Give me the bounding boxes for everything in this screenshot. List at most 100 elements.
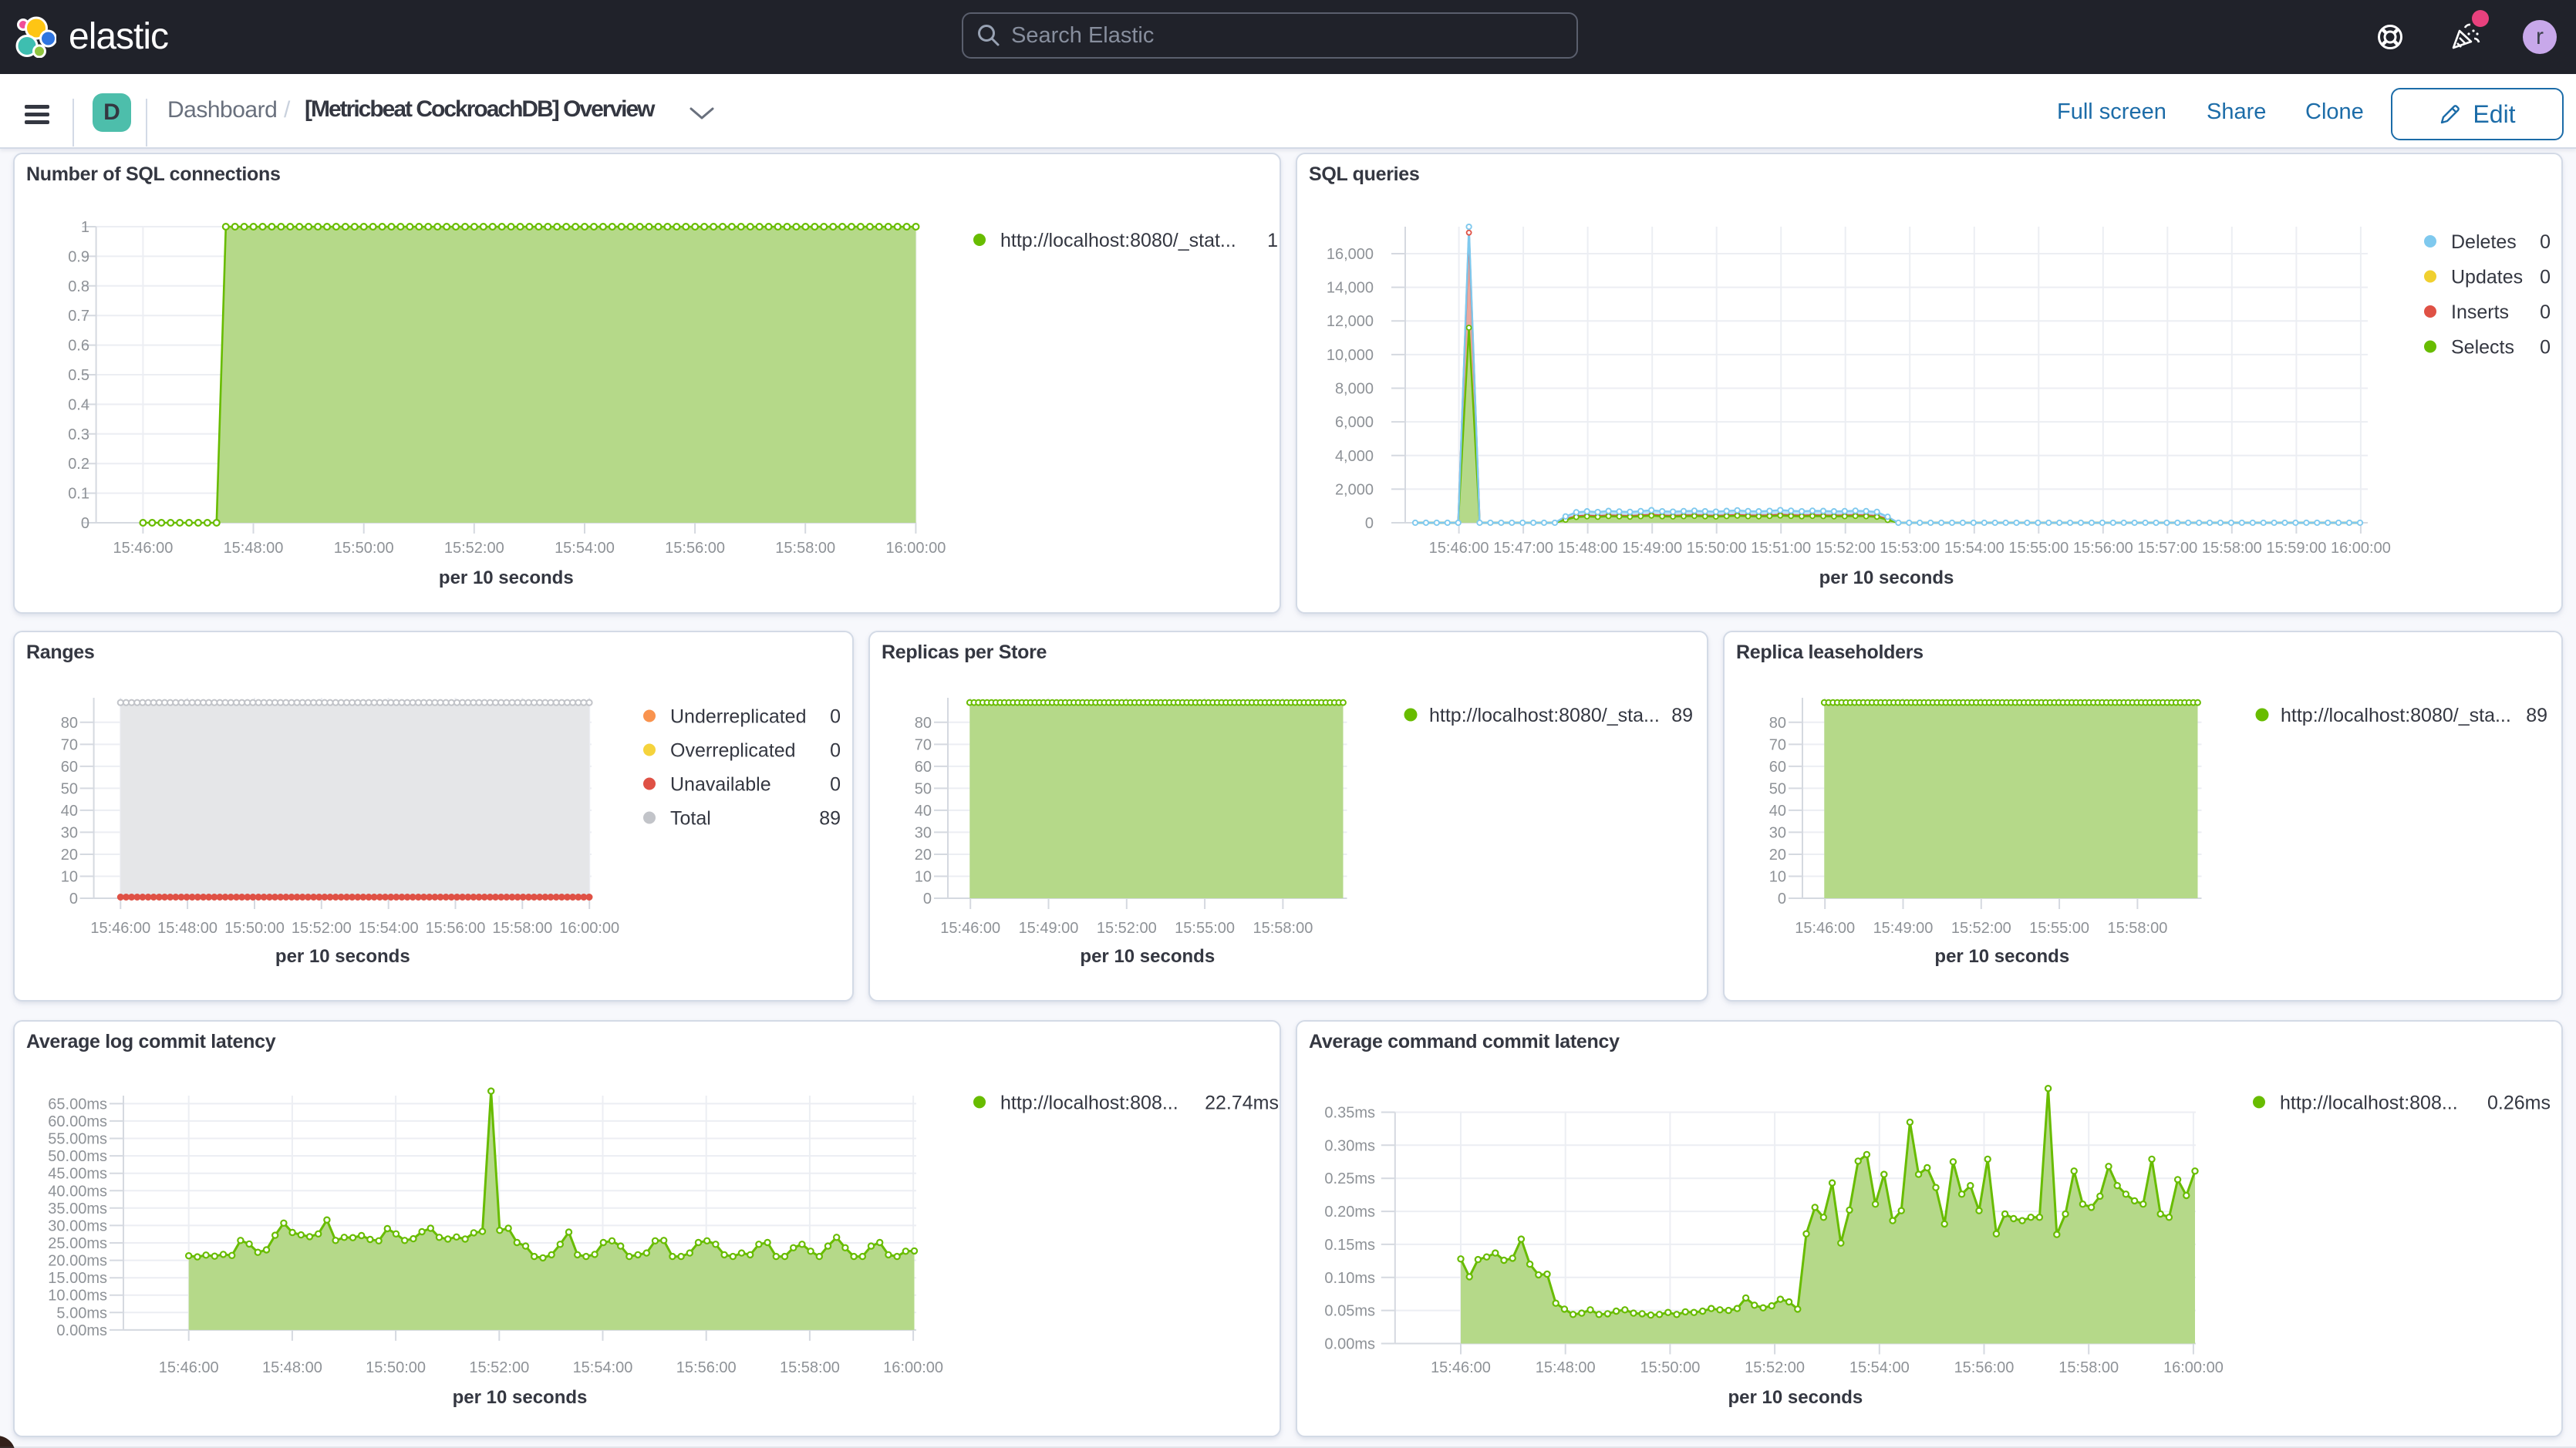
svg-text:0.00ms: 0.00ms	[56, 1322, 107, 1339]
svg-text:45.00ms: 45.00ms	[48, 1166, 107, 1183]
svg-text:Underreplicated: Underreplicated	[670, 706, 807, 728]
svg-text:15:52:00: 15:52:00	[1951, 920, 2011, 937]
svg-text:Unavailable: Unavailable	[670, 774, 771, 796]
svg-text:15:46:00: 15:46:00	[90, 920, 150, 937]
svg-text:60.00ms: 60.00ms	[48, 1113, 107, 1130]
svg-text:40: 40	[1769, 803, 1786, 820]
svg-text:10,000: 10,000	[1327, 347, 1374, 364]
svg-text:15:55:00: 15:55:00	[2029, 920, 2089, 937]
svg-text:22.74ms: 22.74ms	[1205, 1092, 1279, 1113]
svg-text:1: 1	[1267, 230, 1278, 251]
svg-text:89: 89	[1671, 705, 1693, 726]
svg-text:15:55:00: 15:55:00	[1175, 920, 1235, 937]
svg-text:65.00ms: 65.00ms	[48, 1096, 107, 1113]
svg-text:15:50:00: 15:50:00	[366, 1359, 426, 1376]
svg-text:per 10 seconds: per 10 seconds	[275, 946, 410, 967]
svg-text:15:49:00: 15:49:00	[1873, 920, 1934, 937]
svg-text:15:58:00: 15:58:00	[2107, 920, 2167, 937]
svg-text:10: 10	[914, 869, 931, 886]
svg-text:70: 70	[914, 736, 931, 753]
svg-text:16:00:00: 16:00:00	[559, 920, 619, 937]
svg-text:per 10 seconds: per 10 seconds	[1728, 1387, 1863, 1408]
svg-text:0: 0	[81, 515, 89, 532]
svg-text:Total: Total	[670, 808, 711, 830]
svg-text:15:56:00: 15:56:00	[426, 920, 486, 937]
svg-text:0.5: 0.5	[68, 367, 89, 384]
svg-text:Number of SQL connections: Number of SQL connections	[26, 163, 281, 185]
svg-text:15:50:00: 15:50:00	[1640, 1359, 1700, 1376]
svg-text:50: 50	[914, 780, 931, 797]
svg-text:8,000: 8,000	[1335, 381, 1374, 398]
svg-text:15:52:00: 15:52:00	[292, 920, 352, 937]
svg-text:15:51:00: 15:51:00	[1751, 540, 1811, 557]
svg-text:15:49:00: 15:49:00	[1622, 540, 1682, 557]
svg-text:6,000: 6,000	[1335, 414, 1374, 431]
svg-text:0.4: 0.4	[68, 396, 89, 413]
svg-text:15:48:00: 15:48:00	[224, 540, 284, 557]
svg-text:0.2: 0.2	[68, 456, 89, 473]
svg-text:Overreplicated: Overreplicated	[670, 740, 796, 762]
svg-text:0.30ms: 0.30ms	[1324, 1137, 1375, 1154]
svg-text:80: 80	[914, 715, 931, 732]
svg-text:0: 0	[2540, 231, 2551, 253]
svg-text:0: 0	[1778, 891, 1786, 908]
svg-text:15:48:00: 15:48:00	[157, 920, 217, 937]
svg-text:15:52:00: 15:52:00	[1816, 540, 1876, 557]
svg-text:50: 50	[1769, 780, 1786, 797]
svg-text:15:58:00: 15:58:00	[2058, 1359, 2119, 1376]
svg-text:4,000: 4,000	[1335, 448, 1374, 465]
svg-text:60: 60	[1769, 759, 1786, 776]
svg-text:0.26ms: 0.26ms	[2487, 1092, 2551, 1113]
svg-text:Updates: Updates	[2451, 267, 2523, 288]
svg-text:15:46:00: 15:46:00	[1795, 920, 1855, 937]
svg-text:15:54:00: 15:54:00	[573, 1359, 633, 1376]
svg-text:80: 80	[1769, 715, 1786, 732]
svg-text:SQL queries: SQL queries	[1309, 163, 1420, 185]
svg-text:0.05ms: 0.05ms	[1324, 1303, 1375, 1320]
svg-text:15:56:00: 15:56:00	[676, 1359, 737, 1376]
svg-text:0: 0	[1365, 515, 1374, 532]
svg-text:15:56:00: 15:56:00	[1954, 1359, 2015, 1376]
svg-text:0.9: 0.9	[68, 248, 89, 265]
svg-text:per 10 seconds: per 10 seconds	[1080, 946, 1215, 967]
svg-text:0.7: 0.7	[68, 308, 89, 325]
svg-text:0.1: 0.1	[68, 486, 89, 503]
svg-text:40: 40	[914, 803, 931, 820]
svg-text:30: 30	[61, 824, 78, 841]
svg-text:15:56:00: 15:56:00	[2073, 540, 2133, 557]
svg-text:16:00:00: 16:00:00	[2331, 540, 2391, 557]
svg-text:15:52:00: 15:52:00	[1745, 1359, 1805, 1376]
svg-text:15:48:00: 15:48:00	[262, 1359, 322, 1376]
svg-text:5.00ms: 5.00ms	[56, 1305, 107, 1322]
svg-text:15.00ms: 15.00ms	[48, 1270, 107, 1287]
svg-text:15:52:00: 15:52:00	[1096, 920, 1156, 937]
svg-text:30: 30	[914, 824, 931, 841]
svg-text:10: 10	[61, 869, 78, 886]
svg-text:http://localhost:808...: http://localhost:808...	[2280, 1092, 2458, 1113]
svg-text:12,000: 12,000	[1327, 313, 1374, 330]
svg-text:60: 60	[61, 759, 78, 776]
svg-text:70: 70	[61, 736, 78, 753]
svg-text:50.00ms: 50.00ms	[48, 1148, 107, 1165]
svg-text:40.00ms: 40.00ms	[48, 1183, 107, 1200]
svg-text:15:50:00: 15:50:00	[224, 920, 285, 937]
svg-text:15:55:00: 15:55:00	[2008, 540, 2069, 557]
svg-text:15:57:00: 15:57:00	[2137, 540, 2197, 557]
svg-text:16:00:00: 16:00:00	[885, 540, 946, 557]
svg-text:20: 20	[1769, 847, 1786, 864]
svg-text:50: 50	[61, 780, 78, 797]
svg-text:0.35ms: 0.35ms	[1324, 1105, 1375, 1122]
svg-text:Replicas per Store: Replicas per Store	[882, 641, 1047, 663]
svg-text:15:50:00: 15:50:00	[1687, 540, 1747, 557]
svg-text:http://localhost:8080/_stat...: http://localhost:8080/_stat...	[1000, 230, 1236, 251]
svg-text:15:46:00: 15:46:00	[940, 920, 1000, 937]
svg-text:Inserts: Inserts	[2451, 301, 2509, 323]
svg-text:http://localhost:8080/_sta...: http://localhost:8080/_sta...	[1429, 705, 1660, 726]
svg-text:15:53:00: 15:53:00	[1880, 540, 1940, 557]
svg-text:10: 10	[1769, 869, 1786, 886]
svg-text:0.25ms: 0.25ms	[1324, 1170, 1375, 1187]
svg-text:0: 0	[922, 891, 931, 908]
svg-text:15:46:00: 15:46:00	[113, 540, 173, 557]
svg-text:15:59:00: 15:59:00	[2266, 540, 2326, 557]
svg-text:70: 70	[1769, 736, 1786, 753]
